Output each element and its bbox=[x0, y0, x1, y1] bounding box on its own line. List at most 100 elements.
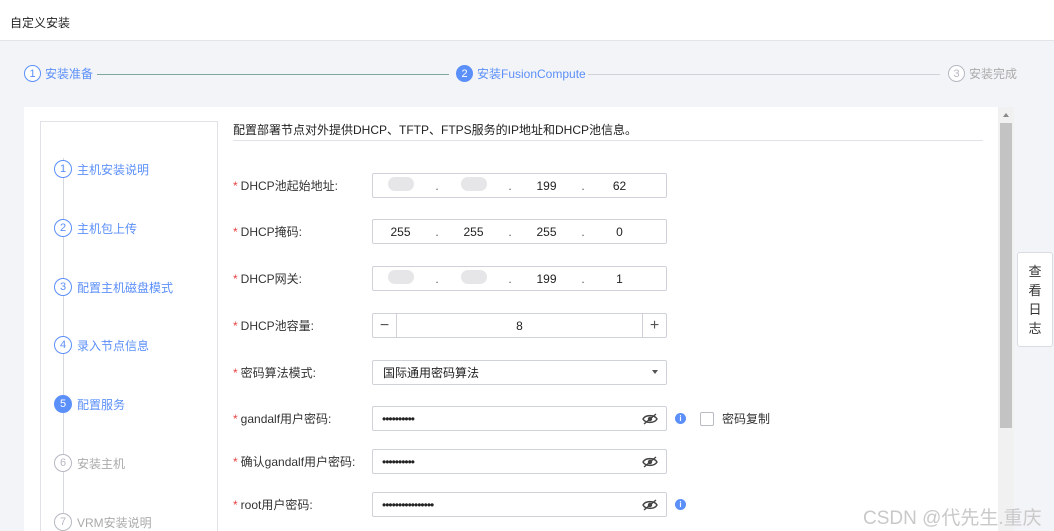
view-log-button[interactable]: 查 看 日 志 bbox=[1017, 252, 1053, 347]
eye-slash-icon[interactable] bbox=[642, 413, 658, 425]
password-value: •••••••••••••••• bbox=[382, 497, 434, 512]
dhcp-mask-input[interactable]: 255. 255. 255. 0 bbox=[372, 219, 667, 244]
nav-item-node-info[interactable]: 4 录入节点信息 bbox=[54, 336, 154, 354]
step-number: 2 bbox=[456, 65, 473, 82]
vertical-scrollbar[interactable] bbox=[998, 107, 1014, 531]
scroll-thumb[interactable] bbox=[1000, 123, 1012, 428]
field-label: * DHCP池起始地址: bbox=[233, 179, 339, 193]
wizard-step-3[interactable]: 3 安装完成 bbox=[948, 65, 1017, 82]
field-label: * root用户密码: bbox=[233, 498, 313, 512]
dhcp-capacity-stepper[interactable]: − 8 + bbox=[372, 313, 667, 338]
nav-label: 主机包上传 bbox=[77, 221, 138, 236]
wizard-step-2[interactable]: 2 安装FusionCompute bbox=[456, 65, 586, 82]
title-bar: 自定义安装 bbox=[0, 0, 1054, 41]
scroll-up-arrow-icon[interactable] bbox=[1003, 113, 1009, 117]
step-number: 3 bbox=[948, 65, 965, 82]
gandalf-confirm-password-input[interactable]: •••••••••• bbox=[372, 449, 667, 474]
crypto-mode-select[interactable]: 国际通用密码算法 bbox=[372, 360, 667, 385]
row-gandalf-password: * gandalf用户密码: •••••••••• i 密码复制 bbox=[233, 406, 770, 431]
selected-value: 国际通用密码算法 bbox=[383, 366, 480, 380]
field-label: * gandalf用户密码: bbox=[233, 412, 332, 426]
step-label: 安装完成 bbox=[969, 67, 1018, 81]
view-log-char: 志 bbox=[1028, 320, 1042, 336]
dhcp-gateway-input[interactable]: . . 199. 1 bbox=[372, 266, 667, 291]
gandalf-password-input[interactable]: •••••••••• bbox=[372, 406, 667, 431]
ip-octet-1[interactable] bbox=[373, 177, 428, 194]
nav-label: 录入节点信息 bbox=[77, 338, 150, 353]
row-crypto-mode: * 密码算法模式: 国际通用密码算法 bbox=[233, 360, 667, 385]
copy-password-checkbox[interactable] bbox=[700, 411, 714, 426]
nav-label: 配置主机磁盘模式 bbox=[77, 280, 174, 295]
increment-button[interactable]: + bbox=[642, 314, 666, 337]
required-mark: * bbox=[233, 455, 238, 469]
view-log-char: 看 bbox=[1028, 282, 1042, 298]
required-mark: * bbox=[233, 179, 238, 193]
required-mark: * bbox=[233, 498, 238, 512]
required-mark: * bbox=[233, 412, 238, 426]
nav-number: 6 bbox=[54, 454, 72, 472]
nav-number: 2 bbox=[54, 219, 72, 237]
view-log-char: 日 bbox=[1028, 301, 1042, 317]
wizard-steps: 1 安装准备 2 安装FusionCompute 3 安装完成 bbox=[0, 41, 1054, 107]
caret-down-icon bbox=[652, 370, 658, 374]
redacted-mark bbox=[387, 177, 414, 191]
redacted-mark bbox=[460, 177, 487, 191]
dhcp-start-ip-input[interactable]: . . 199. 62 bbox=[372, 173, 667, 198]
main-panel: 1 主机安装说明 2 主机包上传 3 配置主机磁盘模式 4 录入节点信息 5 配… bbox=[24, 107, 1014, 531]
ip-octet-1[interactable]: 255 bbox=[373, 225, 428, 239]
nav-item-host-install-guide[interactable]: 1 主机安装说明 bbox=[54, 160, 154, 178]
nav-item-host-package-upload[interactable]: 2 主机包上传 bbox=[54, 219, 142, 237]
ip-octet-1[interactable] bbox=[373, 270, 428, 287]
capacity-value[interactable]: 8 bbox=[397, 319, 642, 333]
nav-label: 主机安装说明 bbox=[77, 162, 150, 177]
nav-label: 安装主机 bbox=[77, 456, 126, 471]
ip-octet-4[interactable]: 0 bbox=[592, 225, 647, 239]
step-number: 1 bbox=[24, 65, 41, 82]
copy-password-label[interactable]: 密码复制 bbox=[722, 410, 770, 427]
nav-item-disk-mode[interactable]: 3 配置主机磁盘模式 bbox=[54, 278, 178, 296]
step-label: 安装FusionCompute bbox=[477, 67, 586, 81]
eye-slash-icon[interactable] bbox=[642, 499, 658, 511]
info-icon[interactable]: i bbox=[675, 499, 686, 510]
root-password-input[interactable]: •••••••••••••••• bbox=[372, 492, 667, 517]
nav-number: 3 bbox=[54, 278, 72, 296]
row-dhcp-mask: * DHCP掩码: 255. 255. 255. 0 bbox=[233, 219, 667, 244]
nav-item-install-host[interactable]: 6 安装主机 bbox=[54, 454, 130, 472]
nav-item-vrm-install-guide[interactable]: 7 VRM安装说明 bbox=[54, 513, 156, 531]
ip-octet-2[interactable] bbox=[446, 177, 501, 194]
password-value: •••••••••• bbox=[382, 454, 415, 469]
field-label: * DHCP网关: bbox=[233, 272, 303, 286]
ip-octet-3[interactable]: 255 bbox=[519, 225, 574, 239]
ip-octet-4[interactable]: 1 bbox=[592, 272, 647, 286]
field-label: * 密码算法模式: bbox=[233, 366, 317, 380]
step-connector-todo bbox=[588, 74, 940, 75]
info-icon[interactable]: i bbox=[675, 413, 686, 424]
ip-octet-3[interactable]: 199 bbox=[519, 272, 574, 286]
watermark-text: CSDN @代先生.重庆 bbox=[863, 508, 1042, 529]
field-label: * 确认gandalf用户密码: bbox=[233, 455, 356, 469]
redacted-mark bbox=[460, 270, 487, 284]
ip-octet-4[interactable]: 62 bbox=[592, 179, 647, 193]
row-root-password: * root用户密码: •••••••••••••••• i bbox=[233, 492, 686, 517]
required-mark: * bbox=[233, 366, 238, 380]
row-dhcp-capacity: * DHCP池容量: − 8 + bbox=[233, 313, 667, 338]
section-description: 配置部署节点对外提供DHCP、TFTP、FTPS服务的IP地址和DHCP池信息。 bbox=[233, 121, 983, 141]
wizard-step-1[interactable]: 1 安装准备 bbox=[24, 65, 93, 82]
ip-octet-2[interactable] bbox=[446, 270, 501, 287]
ip-octet-3[interactable]: 199 bbox=[519, 179, 574, 193]
nav-number: 4 bbox=[54, 336, 72, 354]
ip-octet-2[interactable]: 255 bbox=[446, 225, 501, 239]
eye-slash-icon[interactable] bbox=[642, 456, 658, 468]
nav-number: 1 bbox=[54, 160, 72, 178]
required-mark: * bbox=[233, 225, 238, 239]
redacted-mark bbox=[387, 270, 414, 284]
row-gandalf-confirm: * 确认gandalf用户密码: •••••••••• bbox=[233, 449, 667, 474]
row-dhcp-gateway: * DHCP网关: . . 199. 1 bbox=[233, 266, 667, 291]
nav-label: VRM安装说明 bbox=[77, 515, 152, 530]
field-label: * DHCP掩码: bbox=[233, 225, 303, 239]
decrement-button[interactable]: − bbox=[373, 314, 397, 337]
field-label: * DHCP池容量: bbox=[233, 319, 315, 333]
sub-step-nav: 1 主机安装说明 2 主机包上传 3 配置主机磁盘模式 4 录入节点信息 5 配… bbox=[40, 121, 218, 531]
step-label: 安装准备 bbox=[45, 67, 94, 81]
nav-item-configure-service[interactable]: 5 配置服务 bbox=[54, 395, 130, 413]
